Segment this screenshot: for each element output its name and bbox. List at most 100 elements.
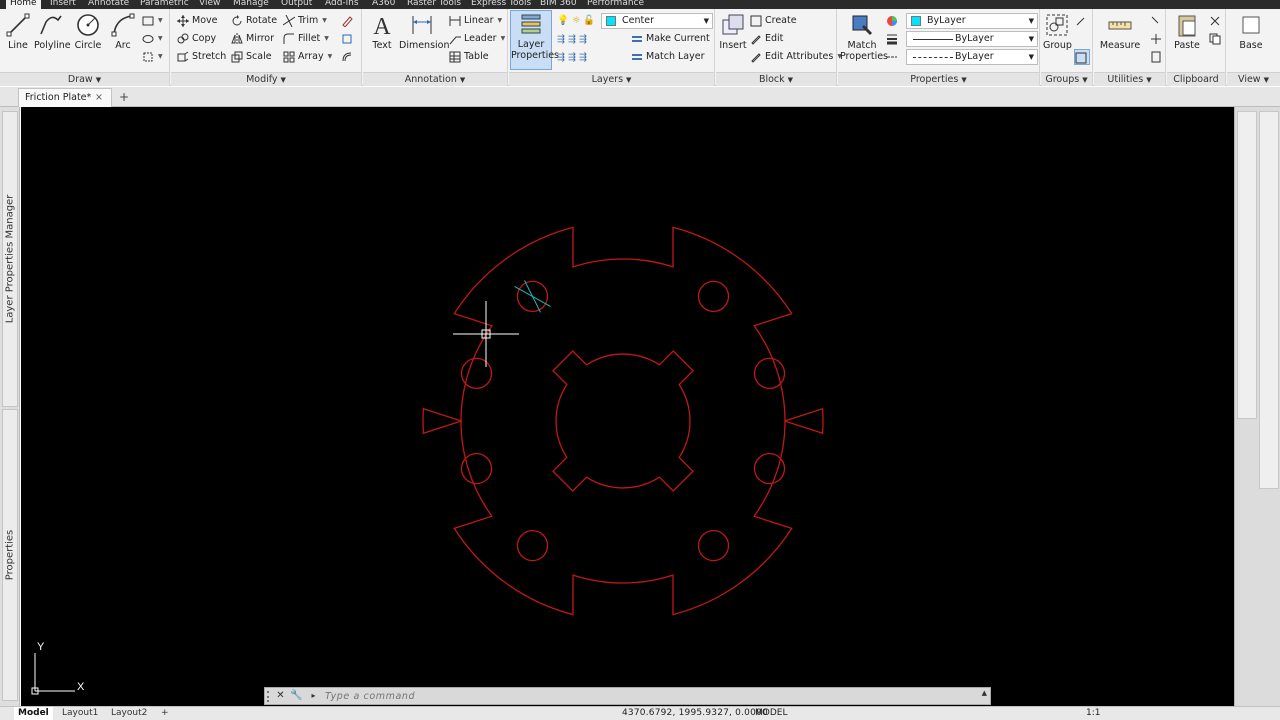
linetype-dropdown[interactable]: ByLayer ▼ (906, 49, 1038, 65)
command-prompt-icon[interactable]: ▸ (307, 689, 320, 703)
make-current-button[interactable]: Make Current (631, 31, 710, 47)
linear-dim-button[interactable]: Linear ▼ (449, 13, 502, 29)
text-button[interactable]: A Text (369, 12, 395, 51)
color-dropdown[interactable]: ByLayer ▼ (906, 13, 1038, 29)
view-panel-title[interactable]: View ▼ (1227, 72, 1280, 86)
draw-title: Draw (67, 74, 93, 85)
layers-panel-title[interactable]: Layers ▼ (509, 72, 714, 86)
drawing-canvas[interactable]: Y X (21, 107, 1234, 706)
fillet-icon (283, 33, 294, 44)
insert-block-button[interactable]: Insert (718, 12, 748, 51)
dimension-button[interactable]: Dimension (399, 12, 450, 51)
polyline-button[interactable]: Polyline (34, 12, 71, 51)
model-space-button[interactable]: MODEL (755, 707, 787, 720)
table-button[interactable]: Table (449, 49, 489, 65)
ungroup-button[interactable] (1075, 13, 1087, 29)
properties-title: Properties (910, 74, 959, 85)
properties-palette[interactable]: Properties (2, 409, 18, 701)
tab-raster-tools[interactable]: Raster Tools (407, 0, 461, 9)
scale-button[interactable]: Scale (231, 49, 272, 65)
clipboard-panel-title[interactable]: Clipboard (1167, 72, 1225, 86)
clipboard-title: Clipboard (1173, 74, 1219, 85)
rotate-button[interactable]: Rotate (231, 13, 277, 29)
command-customize-icon[interactable]: 🔧 (290, 689, 303, 703)
rectangle-button[interactable]: ▼ (142, 13, 163, 29)
layer-tools-row-1[interactable]: ⇶ ⇶ ⇶ (557, 32, 587, 48)
calculator-button[interactable] (1150, 49, 1162, 65)
new-tab-button[interactable]: + (116, 90, 132, 105)
block-panel-title[interactable]: Block ▼ (716, 72, 836, 86)
hatch-button[interactable]: ▼ (142, 31, 163, 47)
edit-block-button[interactable]: Edit (750, 31, 783, 47)
left-palette-bar: Layer Properties Manager Properties (0, 107, 20, 706)
layout1-tab[interactable]: Layout1 (58, 707, 102, 720)
tab-manage[interactable]: Manage (233, 0, 269, 9)
array-button[interactable]: Array ▼ (283, 49, 332, 65)
lineweight-dropdown[interactable]: ByLayer ▼ (906, 31, 1038, 47)
match-layer-button[interactable]: Match Layer (631, 49, 705, 65)
cut-button[interactable] (1209, 13, 1221, 29)
utilities-panel-title[interactable]: Utilities ▼ (1094, 72, 1165, 86)
fillet-button[interactable]: Fillet ▼ (283, 31, 329, 47)
match-properties-button[interactable]: Match Properties (840, 12, 888, 62)
tab-home[interactable]: Home (6, 0, 41, 9)
group-select-icon (1075, 52, 1087, 63)
command-line-grip[interactable] (267, 691, 272, 702)
layer-properties-manager-palette[interactable]: Layer Properties Manager (2, 111, 18, 407)
group-button[interactable]: Group (1043, 12, 1072, 51)
point-button[interactable] (1150, 31, 1162, 47)
create-block-button[interactable]: Create (750, 13, 797, 29)
tab-express-tools[interactable]: Express Tools (471, 0, 531, 9)
annotation-scale[interactable]: 1:1 (1086, 707, 1100, 720)
arc-button[interactable]: Arc (110, 12, 136, 51)
close-tab-icon[interactable]: × (95, 89, 103, 107)
properties-panel-title[interactable]: Properties ▼ (838, 72, 1039, 86)
model-tab[interactable]: Model (14, 707, 53, 720)
layout2-tab[interactable]: Layout2 (107, 707, 151, 720)
command-input[interactable] (325, 689, 975, 703)
tab-view[interactable]: View (199, 0, 220, 9)
paste-button[interactable]: Paste (1171, 12, 1203, 51)
base-view-button[interactable]: Base (1235, 12, 1267, 51)
file-tab-bar: Friction Plate* × + (0, 87, 1280, 107)
stretch-button[interactable]: Stretch (177, 49, 226, 65)
tab-a360[interactable]: A360 (372, 0, 395, 9)
edit-attributes-button[interactable]: Edit Attributes ▼ (750, 49, 842, 65)
command-history-icon[interactable]: ▲ (982, 689, 987, 697)
tab-parametric[interactable]: Parametric (140, 0, 189, 9)
tab-addins[interactable]: Add-ins (325, 0, 359, 9)
region-button[interactable]: ▼ (142, 49, 163, 65)
circle-button[interactable]: Circle (74, 12, 102, 51)
quick-select-button[interactable] (1150, 13, 1162, 29)
copy-clip-button[interactable] (1209, 31, 1221, 47)
tab-output[interactable]: Output (281, 0, 312, 9)
measure-button[interactable]: Measure (1098, 12, 1142, 51)
layer-tools-row-2[interactable]: ⇶ ⇶ ⇶ (557, 50, 587, 66)
selected-hole-center-mark (514, 280, 551, 313)
copy-button[interactable]: Copy (177, 31, 216, 47)
tab-bim360[interactable]: BIM 360 (540, 0, 577, 9)
layer-properties-button[interactable]: Layer Properties (510, 10, 559, 70)
trim-button[interactable]: Trim ▼ (283, 13, 327, 29)
offset-button[interactable] (341, 49, 353, 65)
line-button[interactable]: Line (4, 12, 32, 51)
leader-button[interactable]: Leader ▼ (449, 31, 505, 47)
mirror-button[interactable]: Mirror (231, 31, 274, 47)
tab-insert[interactable]: Insert (50, 0, 76, 9)
modify-panel-title[interactable]: Modify ▼ (171, 72, 361, 86)
move-button[interactable]: Move (177, 13, 217, 29)
group-select-button[interactable] (1074, 49, 1090, 65)
add-layout-button[interactable]: + (157, 707, 173, 720)
layer-state-icons[interactable]: 💡 ☼ 🔓 (557, 13, 595, 29)
bolt-hole (460, 357, 493, 390)
erase-button[interactable] (341, 13, 353, 29)
layer-dropdown[interactable]: Center ▼ (601, 13, 713, 29)
explode-button[interactable] (341, 31, 353, 47)
tab-performance[interactable]: Performance (587, 0, 644, 9)
command-close-icon[interactable]: ✕ (274, 689, 287, 703)
groups-panel-title[interactable]: Groups ▼ (1041, 72, 1092, 86)
draw-panel-title[interactable]: Draw ▼ (0, 72, 169, 86)
file-tab-friction-plate[interactable]: Friction Plate* × (18, 88, 112, 107)
tab-annotate[interactable]: Annotate (88, 0, 129, 9)
annotation-panel-title[interactable]: Annotation ▼ (363, 72, 507, 86)
